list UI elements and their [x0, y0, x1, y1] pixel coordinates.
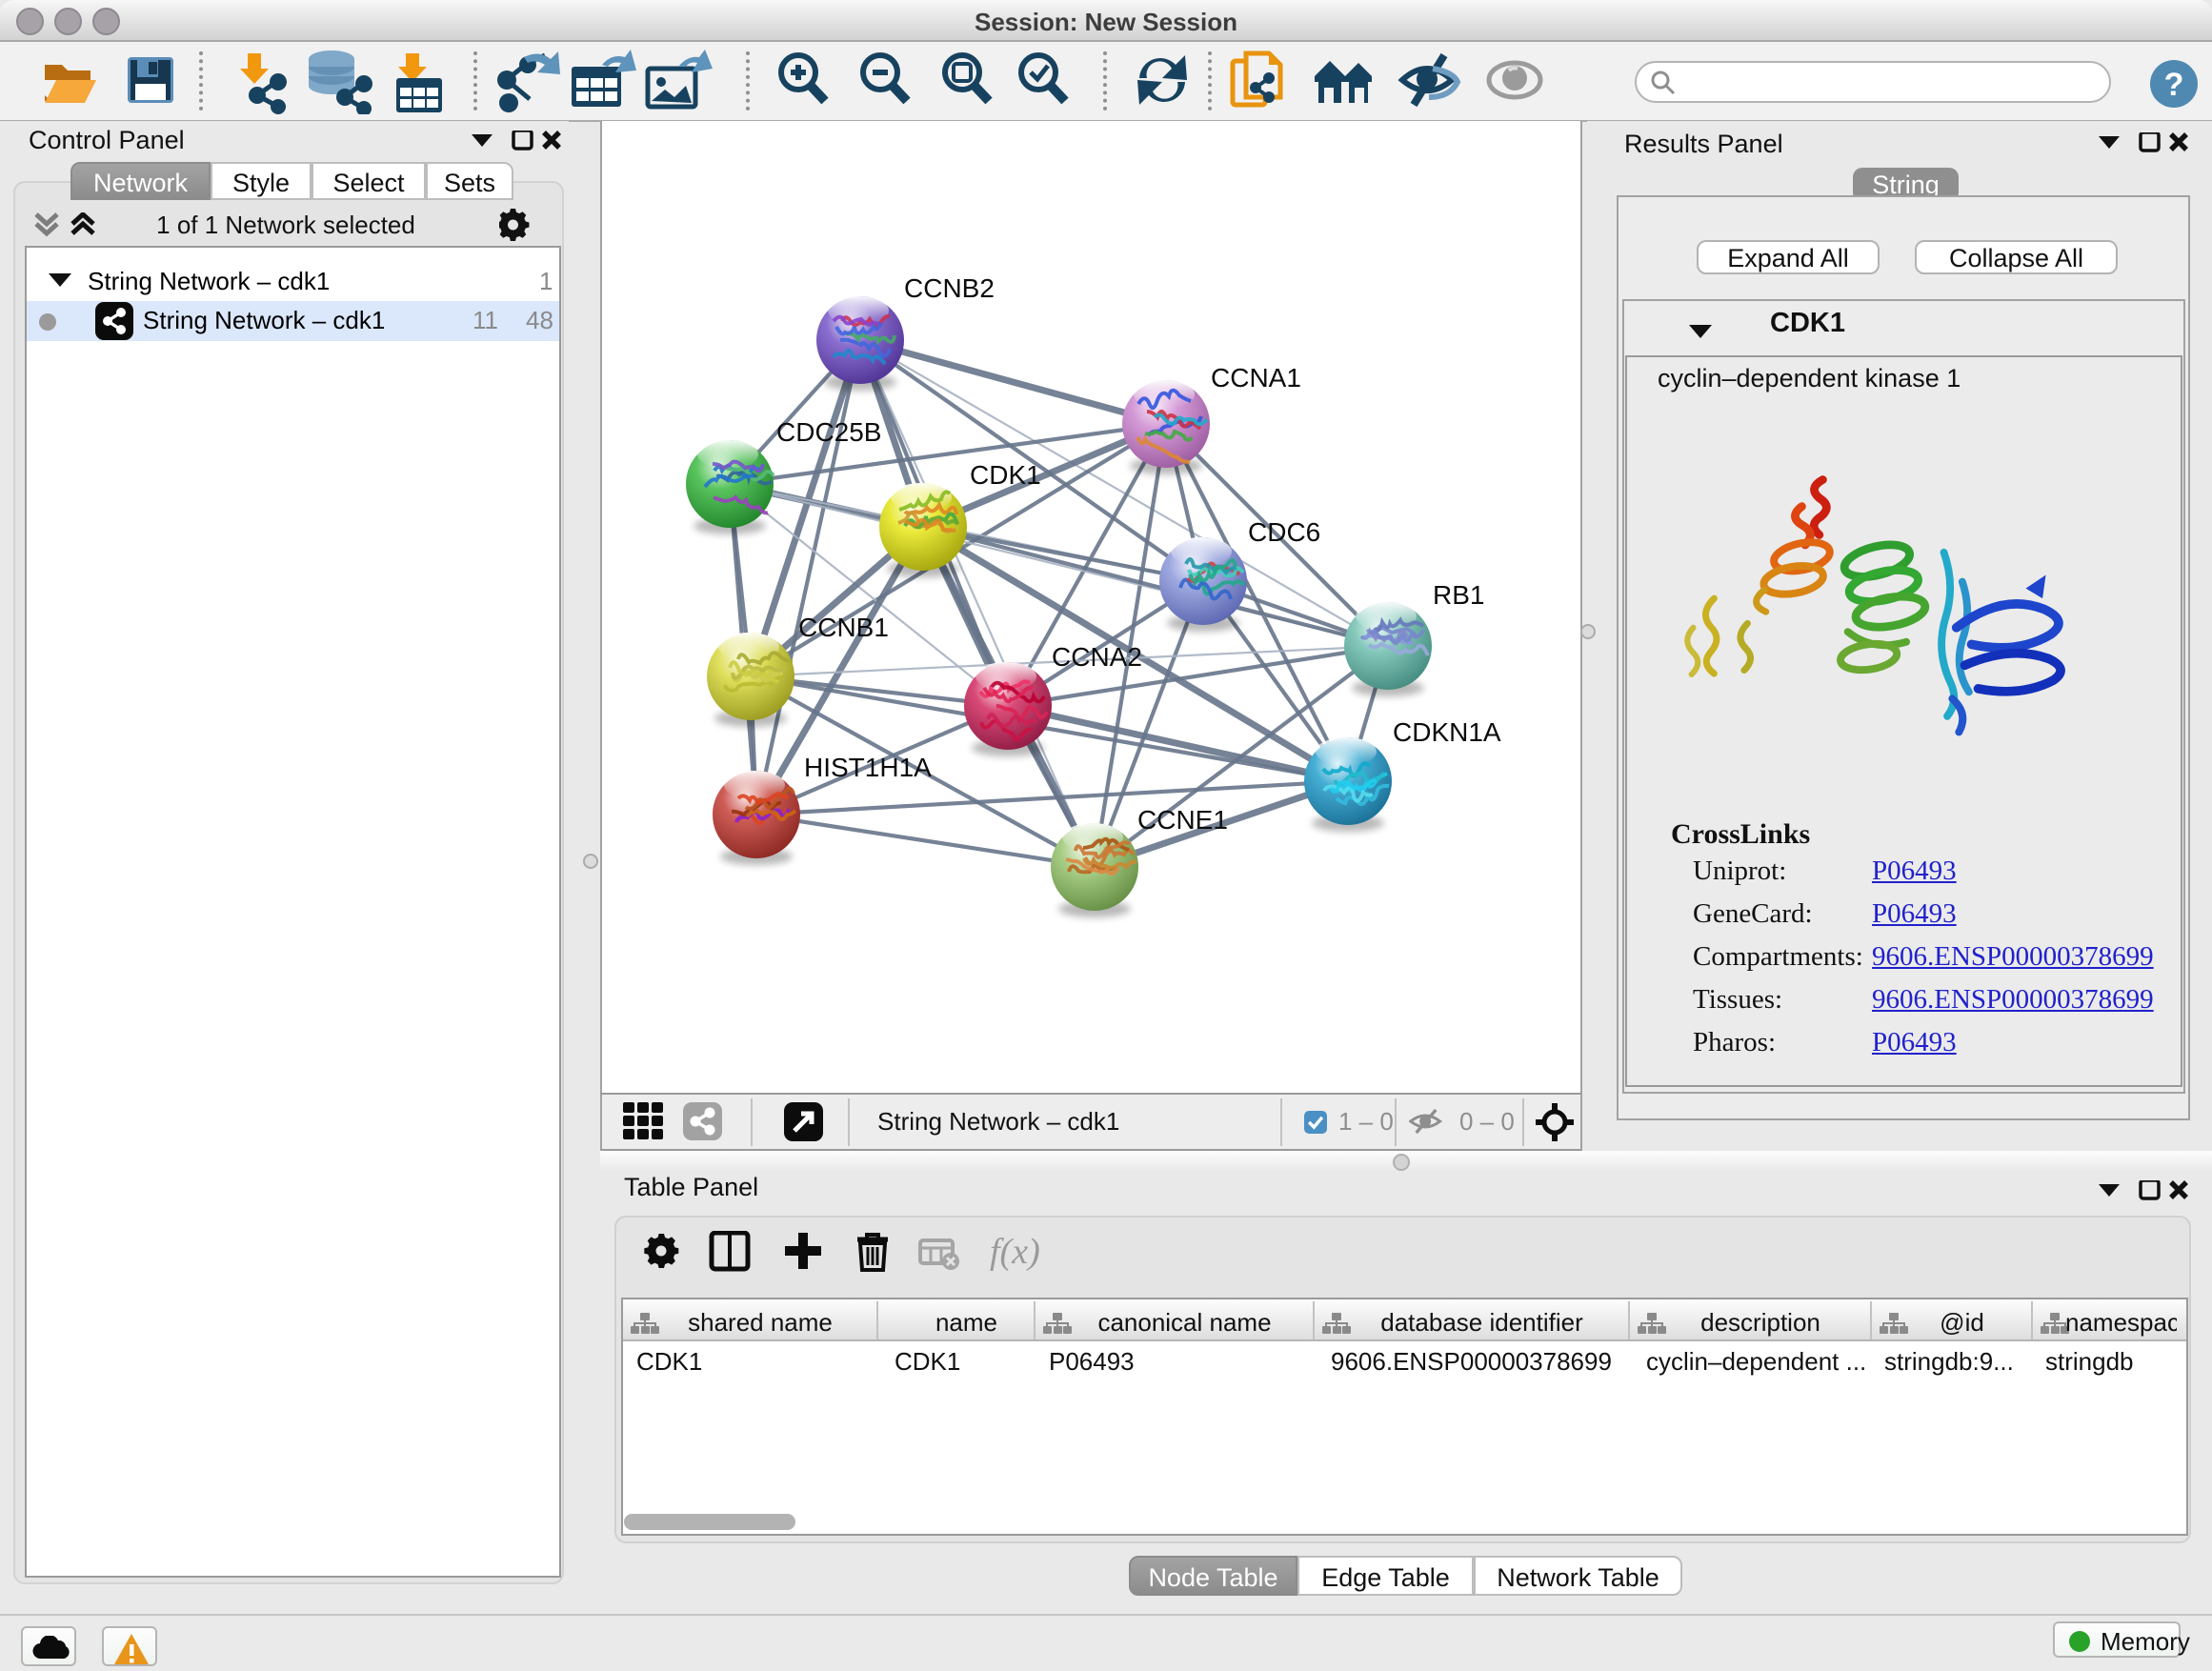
svg-text:CCNB2: CCNB2	[904, 273, 995, 303]
svg-text:CCNA1: CCNA1	[1211, 363, 1301, 393]
svg-text:HIST1H1A: HIST1H1A	[804, 753, 932, 782]
svg-text:CCNA2: CCNA2	[1052, 642, 1142, 672]
svg-text:CCNE1: CCNE1	[1137, 805, 1228, 835]
svg-text:CDK1: CDK1	[970, 460, 1041, 490]
svg-text:RB1: RB1	[1433, 580, 1484, 610]
svg-text:CDC6: CDC6	[1248, 517, 1320, 547]
svg-text:CCNB1: CCNB1	[798, 613, 889, 642]
svg-text:f(x): f(x)	[990, 1232, 1040, 1272]
svg-text:?: ?	[2164, 67, 2184, 103]
svg-text:CDC25B: CDC25B	[776, 417, 881, 447]
svg-text:CDKN1A: CDKN1A	[1393, 717, 1501, 747]
